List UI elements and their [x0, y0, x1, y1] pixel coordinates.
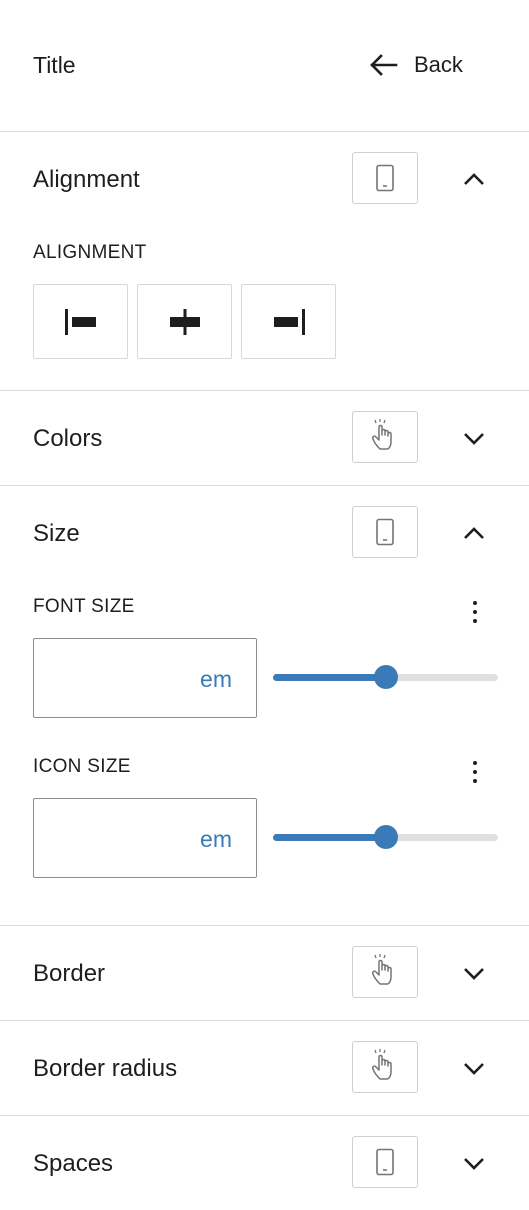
align-left-button[interactable]: [33, 284, 128, 359]
block-settings-panel: Title Back Alignment ALIGNMENT Colors Si…: [0, 0, 529, 1210]
alignment-section: Alignment ALIGNMENT: [0, 132, 529, 391]
state-toggle-button[interactable]: [352, 946, 418, 998]
font-size-field[interactable]: em: [33, 638, 257, 718]
align-center-icon: [169, 308, 200, 335]
panel-title: Title: [33, 52, 76, 78]
hover-hand-icon: [372, 954, 392, 985]
more-vertical-icon: [473, 761, 477, 783]
font-size-slider[interactable]: [273, 662, 498, 692]
spaces-title: Spaces: [33, 1150, 114, 1177]
slider-fill: [273, 674, 386, 681]
border-title: Border: [33, 960, 106, 987]
icon-size-field[interactable]: em: [33, 798, 257, 878]
collapse-button[interactable]: [458, 165, 490, 193]
phone-icon: [376, 1148, 394, 1176]
collapse-button[interactable]: [458, 519, 490, 547]
chevron-up-icon: [464, 527, 484, 539]
border-section: Border: [0, 926, 529, 1021]
alignment-options: [33, 284, 336, 359]
slider-thumb[interactable]: [373, 825, 398, 849]
colors-section: Colors: [0, 391, 529, 486]
alignment-title: Alignment: [33, 166, 140, 193]
back-button[interactable]: Back: [368, 48, 463, 82]
align-left-icon: [64, 308, 96, 335]
icon-size-unit[interactable]: em: [200, 826, 232, 853]
font-size-label: FONT SIZE: [33, 596, 135, 617]
more-vertical-icon: [473, 601, 477, 623]
spaces-section: Spaces: [0, 1116, 529, 1210]
expand-button[interactable]: [458, 424, 490, 452]
phone-icon: [376, 164, 394, 192]
icon-size-input[interactable]: [44, 819, 188, 859]
spaces-header[interactable]: Spaces: [0, 1116, 529, 1209]
state-toggle-button[interactable]: [352, 1041, 418, 1093]
border-header[interactable]: Border: [0, 926, 529, 1019]
colors-header[interactable]: Colors: [0, 391, 529, 484]
font-size-unit[interactable]: em: [200, 666, 232, 693]
chevron-down-icon: [464, 1158, 484, 1170]
panel-header: Title Back: [0, 0, 529, 132]
align-right-icon: [273, 308, 305, 335]
phone-icon: [376, 518, 394, 546]
size-section: Size FONT SIZE em ICON SIZE em: [0, 486, 529, 926]
font-size-input[interactable]: [44, 659, 188, 699]
icon-size-slider[interactable]: [273, 822, 498, 852]
chevron-down-icon: [464, 433, 484, 445]
size-header[interactable]: Size: [0, 486, 529, 579]
arrow-left-icon: [370, 54, 398, 76]
device-toggle-button[interactable]: [352, 506, 418, 558]
device-toggle-button[interactable]: [352, 1136, 418, 1188]
device-toggle-button[interactable]: [352, 152, 418, 204]
border-radius-section: Border radius: [0, 1021, 529, 1116]
icon-size-options-button[interactable]: [463, 752, 487, 792]
slider-fill: [273, 834, 386, 841]
font-size-options-button[interactable]: [463, 592, 487, 632]
chevron-down-icon: [464, 968, 484, 980]
alignment-label: ALIGNMENT: [33, 242, 147, 263]
back-label: Back: [414, 52, 463, 77]
expand-button[interactable]: [458, 1149, 490, 1177]
alignment-header[interactable]: Alignment: [0, 132, 529, 225]
state-toggle-button[interactable]: [352, 411, 418, 463]
size-title: Size: [33, 520, 80, 547]
border-radius-title: Border radius: [33, 1055, 178, 1082]
colors-title: Colors: [33, 425, 103, 452]
expand-button[interactable]: [458, 1054, 490, 1082]
icon-size-label: ICON SIZE: [33, 756, 131, 777]
align-center-button[interactable]: [137, 284, 232, 359]
border-radius-header[interactable]: Border radius: [0, 1021, 529, 1114]
hover-hand-icon: [372, 419, 392, 450]
chevron-down-icon: [464, 1063, 484, 1075]
align-right-button[interactable]: [241, 284, 336, 359]
chevron-up-icon: [464, 173, 484, 185]
slider-thumb[interactable]: [373, 665, 398, 689]
expand-button[interactable]: [458, 959, 490, 987]
hover-hand-icon: [372, 1049, 392, 1080]
